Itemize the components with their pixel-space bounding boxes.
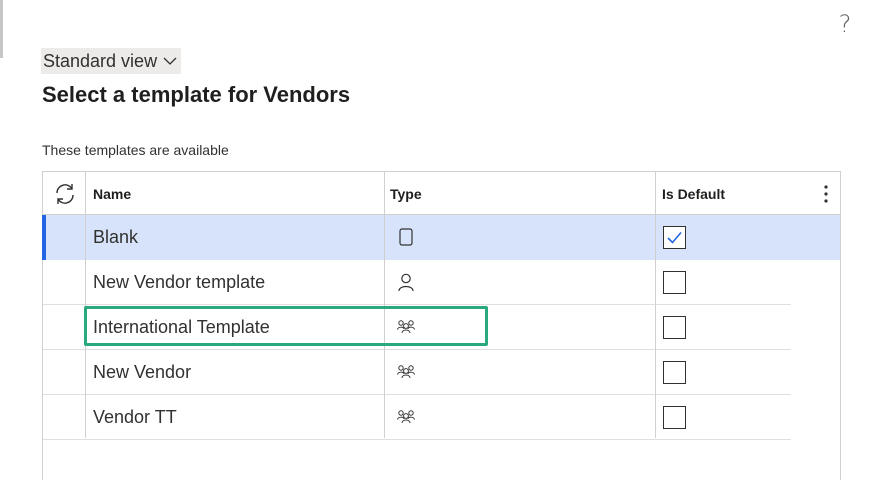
is-default-checkbox[interactable] [663,406,686,429]
window-edge [0,0,3,58]
template-name: Blank [93,227,139,247]
people-group-icon [397,320,415,334]
template-name: New Vendor [93,362,192,382]
is-default-checkbox[interactable] [663,361,686,384]
is-default-checkbox[interactable] [663,271,686,294]
templates-grid: Name Type Is Default Blank New Vendor te… [42,171,841,480]
column-header-name[interactable]: Name [93,172,131,214]
selected-row-indicator [42,215,46,260]
table-row[interactable]: International Template [43,305,840,350]
is-default-checkbox[interactable] [663,226,686,249]
column-divider [655,172,656,438]
column-divider [384,172,385,438]
table-row[interactable]: Vendor TT [43,395,840,440]
single-person-icon [398,273,414,292]
template-name: International Template [93,317,270,337]
table-row[interactable]: Blank [42,215,840,260]
column-header-type[interactable]: Type [390,172,422,214]
is-default-checkbox[interactable] [663,316,686,339]
help-button[interactable]: ? [834,9,856,39]
view-selector-button[interactable]: Standard view [41,48,182,74]
page-title: Select a template for Vendors [42,82,351,107]
table-row[interactable]: New Vendor [43,350,840,395]
template-name: New Vendor template [93,272,266,292]
people-group-icon [397,365,415,379]
chevron-down-icon [163,57,177,65]
column-header-is-default[interactable]: Is Default [662,172,725,214]
checkmark-icon [667,231,682,244]
template-name: Vendor TT [93,407,177,427]
people-group-icon [397,410,415,424]
refresh-icon[interactable] [53,183,77,205]
table-row[interactable]: New Vendor template [43,260,840,305]
column-divider [85,172,86,438]
more-options-icon[interactable] [823,185,829,203]
grid-header: Name Type Is Default [43,172,840,215]
view-selector-label: Standard view [43,50,158,71]
blank-document-icon [399,228,413,246]
grid-caption: These templates are available [42,142,229,158]
